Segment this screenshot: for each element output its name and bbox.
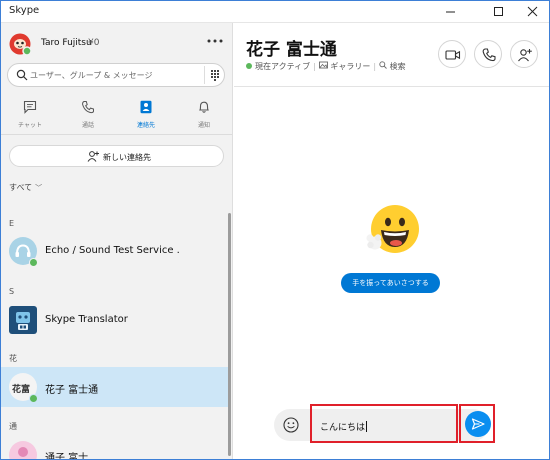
dialpad-icon [211, 70, 219, 81]
daruma-avatar-icon [9, 33, 32, 56]
chevron-down-icon: ﹀ [35, 184, 43, 192]
emoticon-icon[interactable] [282, 416, 300, 434]
title-bar: Skype [1, 1, 549, 23]
phone-icon [482, 48, 496, 62]
profile-avatar[interactable] [9, 33, 32, 56]
new-contact-label: 新しい連絡先 [103, 153, 151, 162]
conversation-search-link[interactable]: 検索 [390, 62, 406, 71]
contacts-icon [140, 100, 152, 114]
search-icon [379, 61, 387, 69]
phone-icon [82, 101, 94, 114]
maximize-icon [494, 7, 503, 16]
tab-chat-label: チャット [18, 122, 42, 129]
minimize-button[interactable] [433, 1, 467, 23]
contact-item-hanako[interactable]: 花富 花子 富士通 [1, 367, 229, 407]
contact-name: 通子 富士 [45, 453, 89, 459]
profile-header: Taro Fujitsu ¥0 [1, 23, 232, 63]
contact-filter-dropdown[interactable]: すべて ﹀ [9, 182, 42, 193]
close-button[interactable] [515, 1, 549, 23]
wave-greeting-button[interactable]: 手を振ってあいさつする [341, 273, 440, 293]
close-icon [527, 6, 538, 17]
video-call-button[interactable] [438, 40, 466, 68]
tab-calls[interactable]: 通話 [59, 91, 117, 135]
conversation-header: 花子 富士通 現在アクティブ | ギャラリー | 検索 [234, 23, 549, 87]
contact-item-skype-translator[interactable]: Skype Translator [1, 300, 229, 340]
tab-chat[interactable]: チャット [1, 91, 59, 135]
chat-icon [23, 100, 37, 114]
status-row: 現在アクティブ | ギャラリー | 検索 [246, 61, 406, 72]
credit-balance[interactable]: ¥0 [88, 38, 99, 48]
presence-indicator [29, 258, 38, 267]
search-placeholder: ユーザー、グループ & メッセージ [30, 71, 153, 80]
send-button[interactable] [465, 411, 491, 437]
message-input-highlight [310, 404, 458, 443]
maximize-button[interactable] [481, 1, 515, 23]
filter-label: すべて [9, 183, 33, 192]
tab-calls-label: 通話 [81, 122, 94, 129]
contact-name: 花子 富士通 [45, 385, 99, 396]
conversation-pane: 花子 富士通 現在アクティブ | ギャラリー | 検索 手を振ってあいさつする … [234, 23, 549, 459]
search-icon [16, 69, 28, 81]
window-title: Skype [9, 5, 40, 16]
person-avatar-icon [18, 447, 28, 457]
sidebar: Taro Fujitsu ¥0 ユーザー、グループ & メッセージ チャット 通… [1, 23, 233, 459]
presence-dot [246, 63, 252, 69]
search-input[interactable]: ユーザー、グループ & メッセージ [7, 63, 225, 87]
contact-avatar [9, 306, 37, 334]
dialpad-button[interactable] [204, 66, 224, 84]
conversation-title[interactable]: 花子 富士通 [246, 35, 337, 60]
nav-tabs: チャット 通話 連絡先 通知 [1, 91, 232, 135]
profile-name[interactable]: Taro Fujitsu [41, 38, 92, 48]
gallery-link[interactable]: ギャラリー [330, 62, 370, 71]
video-camera-icon [445, 50, 461, 60]
bell-icon [199, 101, 209, 113]
tab-notifications-label: 通知 [197, 122, 210, 129]
translator-bot-icon [16, 312, 30, 330]
tab-contacts-label: 連絡先 [136, 122, 155, 129]
avatar-initials: 花富 [12, 385, 31, 395]
add-person-icon [518, 49, 532, 62]
section-header: 通 [9, 422, 17, 431]
more-options-button[interactable] [206, 33, 224, 47]
contact-name: Skype Translator [45, 314, 128, 325]
tab-notifications[interactable]: 通知 [175, 91, 232, 135]
audio-call-button[interactable] [474, 40, 502, 68]
activity-status: 現在アクティブ [255, 62, 311, 71]
section-header: 花 [9, 354, 17, 363]
contact-avatar [9, 441, 37, 459]
more-icon [207, 39, 223, 43]
tab-contacts[interactable]: 連絡先 [117, 91, 175, 135]
add-people-button[interactable] [510, 40, 538, 68]
presence-indicator [29, 394, 38, 403]
sidebar-scrollbar[interactable] [228, 213, 231, 456]
contact-item-echo[interactable]: Echo / Sound Test Service . [1, 231, 229, 271]
contact-name: Echo / Sound Test Service . [45, 245, 180, 256]
gallery-icon [318, 61, 328, 69]
contact-item-michiko[interactable]: 通子 富士 [1, 435, 229, 459]
minimize-icon [446, 11, 455, 13]
waving-emoji-icon [366, 205, 419, 253]
separator: | [313, 62, 316, 71]
section-header: E [9, 219, 15, 228]
section-header: S [9, 287, 15, 296]
separator: | [373, 62, 377, 71]
send-icon [471, 418, 485, 430]
add-person-icon [87, 151, 99, 162]
new-contact-button[interactable]: 新しい連絡先 [9, 145, 224, 167]
